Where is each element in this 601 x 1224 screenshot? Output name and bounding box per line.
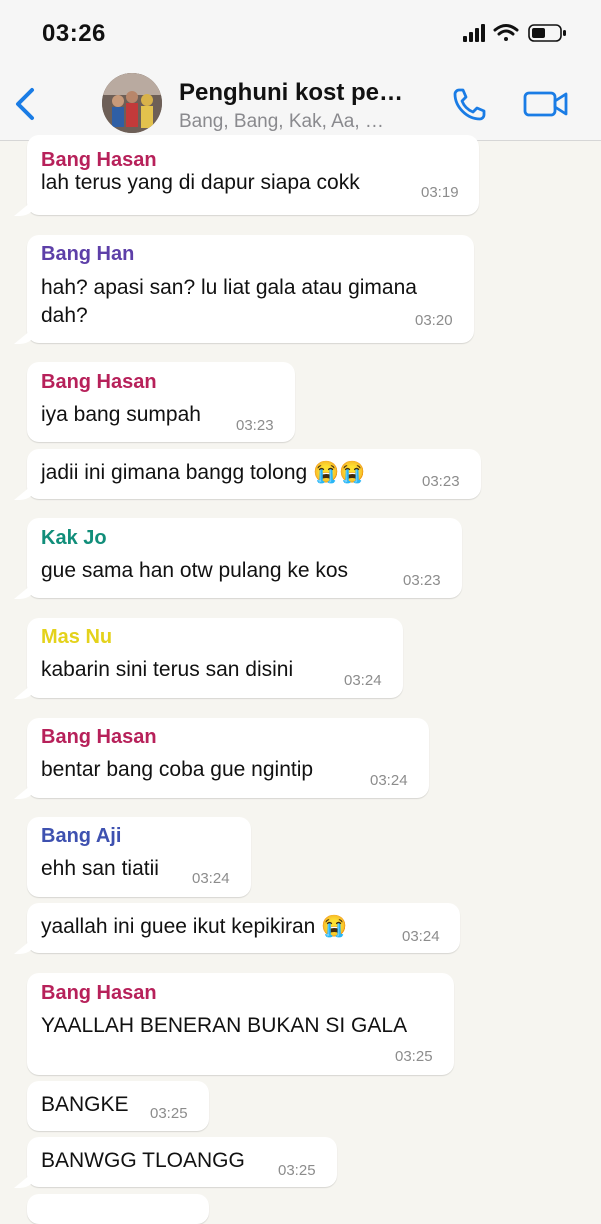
message-text: BANGKE	[41, 1093, 129, 1116]
message-time: 03:23	[422, 473, 460, 490]
message-bubble[interactable]: Bang Hasan YAALLAH BENERAN BUKAN SI GALA…	[27, 973, 454, 1075]
video-camera-icon	[523, 91, 568, 117]
message-time: 03:24	[192, 870, 230, 887]
message-bubble[interactable]: Bang Hasan iya bang sumpah 03:23	[27, 362, 295, 442]
message-bubble[interactable]: Mas Nu kabarin sini terus san disini 03:…	[27, 618, 403, 698]
sender-name: Bang Hasan	[41, 371, 157, 393]
message-time: 03:25	[278, 1162, 316, 1179]
message-time: 03:19	[421, 184, 459, 201]
message-bubble[interactable]: jadii ini gimana bangg tolong 😭😭 03:23	[27, 449, 481, 499]
message-text: YAALLAH BENERAN BUKAN SI GALA	[41, 1014, 408, 1037]
phone-icon	[453, 88, 486, 121]
message-time: 03:25	[395, 1048, 433, 1065]
message-text: dah?	[41, 304, 88, 327]
wifi-icon	[493, 24, 519, 41]
message-bubble[interactable]: Bang Aji ehh san tiatii 03:24	[27, 817, 251, 897]
status-bar: 03:26	[0, 0, 601, 68]
message-text: kabarin sini terus san disini	[41, 658, 294, 681]
message-time: 03:25	[150, 1105, 188, 1122]
message-time: 03:24	[344, 672, 382, 689]
message-bubble-partial[interactable]	[27, 1194, 209, 1224]
message-text: jadii ini gimana bangg tolong 😭😭	[41, 461, 366, 484]
message-bubble[interactable]: BANWGG TLOANGG 03:25	[27, 1137, 337, 1187]
message-bubble[interactable]: Kak Jo gue sama han otw pulang ke kos 03…	[27, 518, 462, 598]
sender-name: Bang Aji	[41, 825, 122, 847]
message-time: 03:24	[370, 772, 408, 789]
sender-name: Bang Hasan	[41, 726, 157, 748]
message-text: gue sama han otw pulang ke kos	[41, 559, 349, 582]
message-text: iya bang sumpah	[41, 403, 201, 426]
status-time: 03:26	[42, 20, 106, 47]
message-list[interactable]: Bang Hasan lah terus yang di dapur siapa…	[0, 135, 601, 1224]
message-bubble[interactable]: Bang Hasan lah terus yang di dapur siapa…	[27, 135, 479, 215]
message-time: 03:24	[402, 928, 440, 945]
cellular-signal-icon	[463, 24, 485, 42]
voice-call-button[interactable]	[450, 84, 490, 124]
message-text: hah? apasi san? lu liat gala atau gimana	[41, 276, 417, 299]
message-time: 03:20	[415, 312, 453, 329]
message-bubble[interactable]: BANGKE 03:25	[27, 1081, 209, 1131]
message-text: BANWGG TLOANGG	[41, 1149, 245, 1172]
chat-subtitle[interactable]: Bang, Bang, Kak, Aa, …	[179, 111, 429, 133]
message-text: lah terus yang di dapur siapa cokk	[41, 171, 360, 194]
group-avatar[interactable]	[102, 73, 162, 133]
chat-title[interactable]: Penghuni kost pe…	[179, 79, 441, 107]
message-text: ehh san tiatii	[41, 857, 159, 880]
sender-name: Mas Nu	[41, 626, 113, 648]
status-icons	[455, 22, 575, 44]
message-text: bentar bang coba gue ngintip	[41, 758, 314, 781]
message-time: 03:23	[403, 572, 441, 589]
message-bubble[interactable]: Bang Hasan bentar bang coba gue ngintip …	[27, 718, 429, 798]
battery-icon	[528, 24, 566, 42]
message-time: 03:23	[236, 417, 274, 434]
sender-name: Bang Han	[41, 243, 135, 265]
video-call-button[interactable]	[522, 86, 570, 122]
message-text: yaallah ini guee ikut kepikiran 😭	[41, 915, 348, 938]
back-button[interactable]	[12, 86, 40, 122]
message-bubble[interactable]: Bang Han hah? apasi san? lu liat gala at…	[27, 235, 474, 343]
chat-header: Penghuni kost pe… Bang, Bang, Kak, Aa, …	[0, 68, 601, 141]
sender-name: Bang Hasan	[41, 982, 157, 1004]
sender-name: Kak Jo	[41, 527, 107, 549]
chevron-left-icon	[16, 88, 34, 120]
message-bubble[interactable]: yaallah ini guee ikut kepikiran 😭 03:24	[27, 903, 460, 953]
